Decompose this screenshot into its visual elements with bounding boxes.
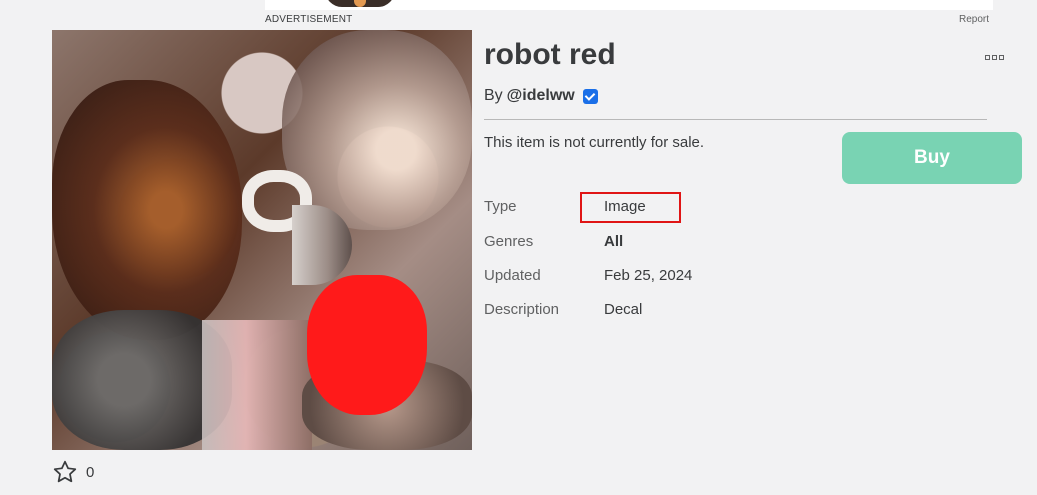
advertisement-banner[interactable] [265,0,993,10]
description-label: Description [484,301,560,318]
description-value: Decal [604,301,643,318]
by-prefix: By [484,87,503,104]
creator-byline: By @idelww [484,87,598,105]
favorite-control: 0 [52,459,94,485]
advertisement-label: ADVERTISEMENT [265,14,353,25]
report-ad-link[interactable]: Report [959,14,989,25]
sale-status-text: This item is not currently for sale. [484,134,705,151]
item-thumbnail [52,30,472,450]
updated-value: Feb 25, 2024 [604,267,693,284]
genres-value-link[interactable]: All [604,233,623,250]
item-title: robot red [484,38,616,71]
more-options-icon[interactable] [985,53,1005,61]
divider [484,119,987,120]
ad-image [325,0,395,7]
star-outline-icon[interactable] [52,459,78,485]
updated-label: Updated [484,267,541,284]
favorite-count: 0 [86,463,95,481]
genres-label: Genres [484,233,534,250]
type-label: Type [484,198,517,215]
buy-button[interactable]: Buy [842,132,1022,184]
creator-link[interactable]: @idelww [507,87,575,105]
verified-badge-icon [582,88,598,104]
type-value-highlight [580,192,681,223]
